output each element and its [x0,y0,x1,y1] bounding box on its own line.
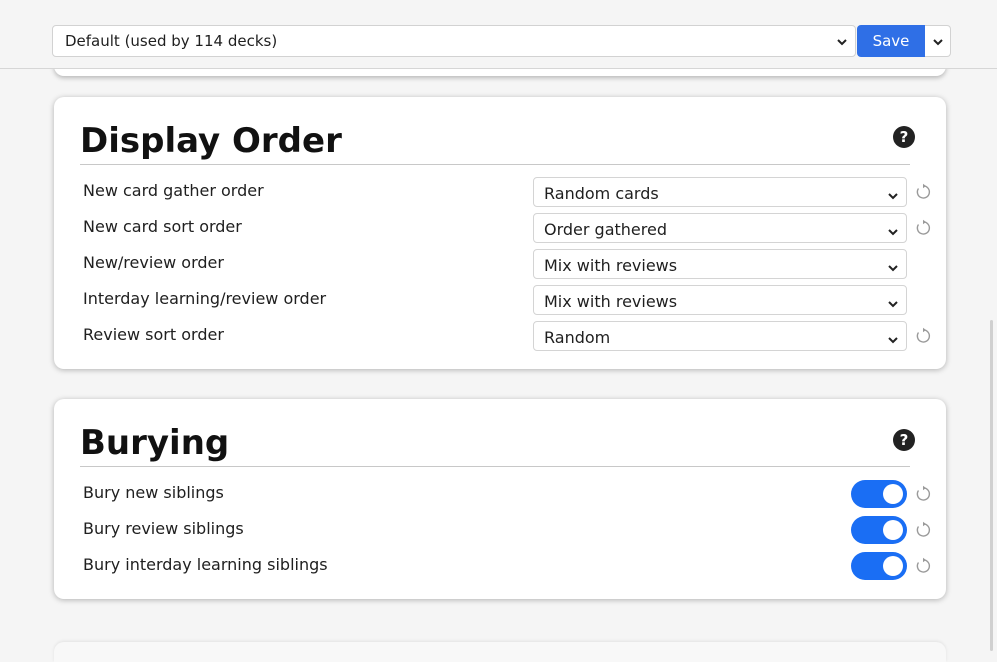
revert-icon[interactable] [914,183,932,201]
save-options-button[interactable] [925,25,951,57]
setting-label: New card gather order [83,181,264,200]
setting-label: Review sort order [83,325,224,344]
setting-select[interactable]: Random [533,321,907,351]
save-button[interactable]: Save [857,25,925,57]
setting-label: Bury review siblings [83,519,244,538]
burying-section: Burying ? Bury new siblings Bury review s… [54,399,946,599]
section-title: Burying [80,423,230,463]
setting-select-value: Mix with reviews [544,292,678,311]
preset-select[interactable]: Default (used by 114 decks) [52,25,856,57]
help-icon[interactable]: ? [892,428,916,452]
setting-select-value: Random cards [544,184,659,203]
revert-icon[interactable] [914,219,932,237]
toggle-knob [883,484,903,504]
next-section-card [54,642,946,662]
section-divider [80,164,910,165]
setting-select-value: Random [544,328,611,347]
setting-label: New/review order [83,253,224,272]
section-title: Display Order [80,121,342,161]
revert-icon[interactable] [914,557,932,575]
setting-label: Bury interday learning siblings [83,555,328,574]
setting-select-value: Mix with reviews [544,256,678,275]
scrollbar[interactable] [990,320,993,651]
section-divider [80,466,910,467]
revert-icon[interactable] [914,327,932,345]
toggle-knob [883,556,903,576]
toggle-switch[interactable] [851,480,907,508]
revert-icon[interactable] [914,485,932,503]
help-icon[interactable]: ? [892,125,916,149]
setting-select[interactable]: Mix with reviews [533,285,907,315]
svg-text:?: ? [900,128,909,146]
setting-select[interactable]: Order gathered [533,213,907,243]
chevron-down-icon [887,223,899,242]
revert-icon[interactable] [914,521,932,539]
chevron-down-icon [835,34,849,48]
chevron-down-icon [887,295,899,314]
chevron-down-icon [887,331,899,350]
display-order-section: Display Order ? New card gather order Ran… [54,97,946,369]
setting-select-value: Order gathered [544,220,667,239]
save-button-group: Save [857,25,951,57]
chevron-down-icon [887,187,899,206]
setting-select[interactable]: Random cards [533,177,907,207]
top-bar: Default (used by 114 decks) Save [0,0,997,69]
toggle-switch[interactable] [851,516,907,544]
setting-label: New card sort order [83,217,242,236]
setting-select[interactable]: Mix with reviews [533,249,907,279]
chevron-down-icon [887,259,899,278]
setting-label: Bury new siblings [83,483,224,502]
toggle-knob [883,520,903,540]
preset-select-value: Default (used by 114 decks) [65,32,278,50]
toggle-switch[interactable] [851,552,907,580]
setting-label: Interday learning/review order [83,289,327,308]
svg-text:?: ? [900,431,909,449]
